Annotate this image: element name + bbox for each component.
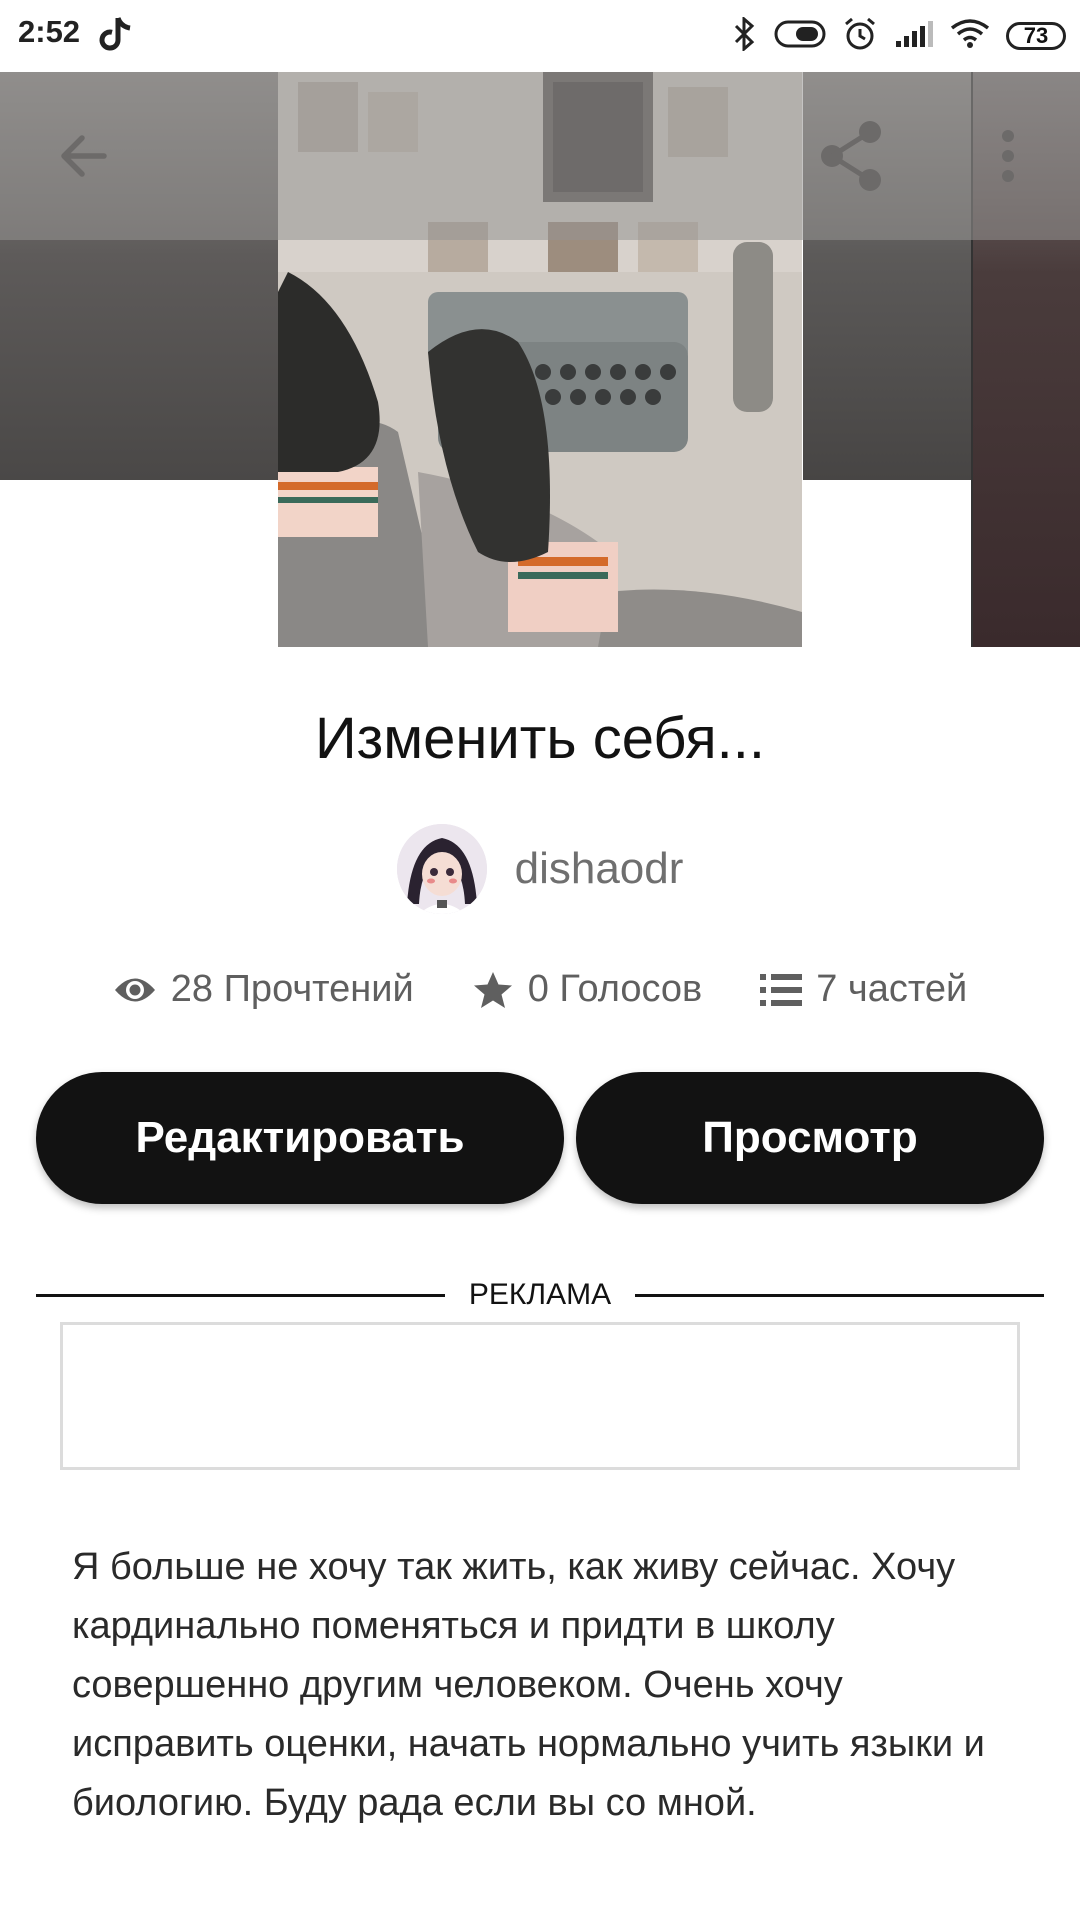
reads-count: 28 Прочтений <box>170 968 414 1010</box>
more-vert-icon <box>1002 130 1014 182</box>
votes-stat: 0 Голосов <box>472 968 703 1011</box>
edit-button[interactable]: Редактировать <box>36 1072 564 1204</box>
view-button[interactable]: Просмотр <box>576 1072 1044 1204</box>
votes-count: 0 Голосов <box>527 968 703 1010</box>
toggle-icon <box>774 19 826 54</box>
story-title: Изменить себя... <box>314 706 766 771</box>
reads-stat: 28 Прочтений <box>113 968 414 1011</box>
arrow-left-icon <box>61 135 107 177</box>
signal-icon <box>894 19 934 54</box>
story-stats: 28 Прочтений 0 Голосов 7 частей <box>0 968 1080 1011</box>
battery-indicator: 73 <box>1006 22 1066 50</box>
divider-line <box>635 1293 1045 1297</box>
wifi-icon <box>950 18 990 55</box>
status-time: 2:52 <box>18 14 81 49</box>
share-icon <box>821 121 881 191</box>
list-icon <box>760 973 803 1006</box>
ad-slot[interactable] <box>60 1322 1020 1470</box>
bluetooth-icon <box>730 15 758 56</box>
author-row[interactable]: dishaodr <box>0 824 1080 914</box>
story-description: Я больше не хочу так жить, как живу сейч… <box>72 1546 985 1824</box>
author-name[interactable]: dishaodr <box>515 844 684 894</box>
status-bar: 2:52 73 <box>0 0 1080 72</box>
ad-label: РЕКЛАМА <box>468 1278 612 1311</box>
divider-line <box>36 1293 445 1297</box>
tiktok-icon <box>98 14 134 59</box>
eye-icon <box>114 978 155 1001</box>
star-icon <box>473 971 512 1008</box>
top-app-bar <box>0 72 1080 240</box>
avatar[interactable] <box>396 824 487 914</box>
ad-divider: РЕКЛАМА <box>36 1278 1045 1312</box>
parts-stat[interactable]: 7 частей <box>760 968 967 1011</box>
more-options-button[interactable] <box>966 114 1050 198</box>
share-button[interactable] <box>810 114 894 198</box>
alarm-icon <box>842 16 878 57</box>
back-button[interactable] <box>42 114 126 198</box>
parts-count[interactable]: 7 частей <box>816 968 967 1011</box>
